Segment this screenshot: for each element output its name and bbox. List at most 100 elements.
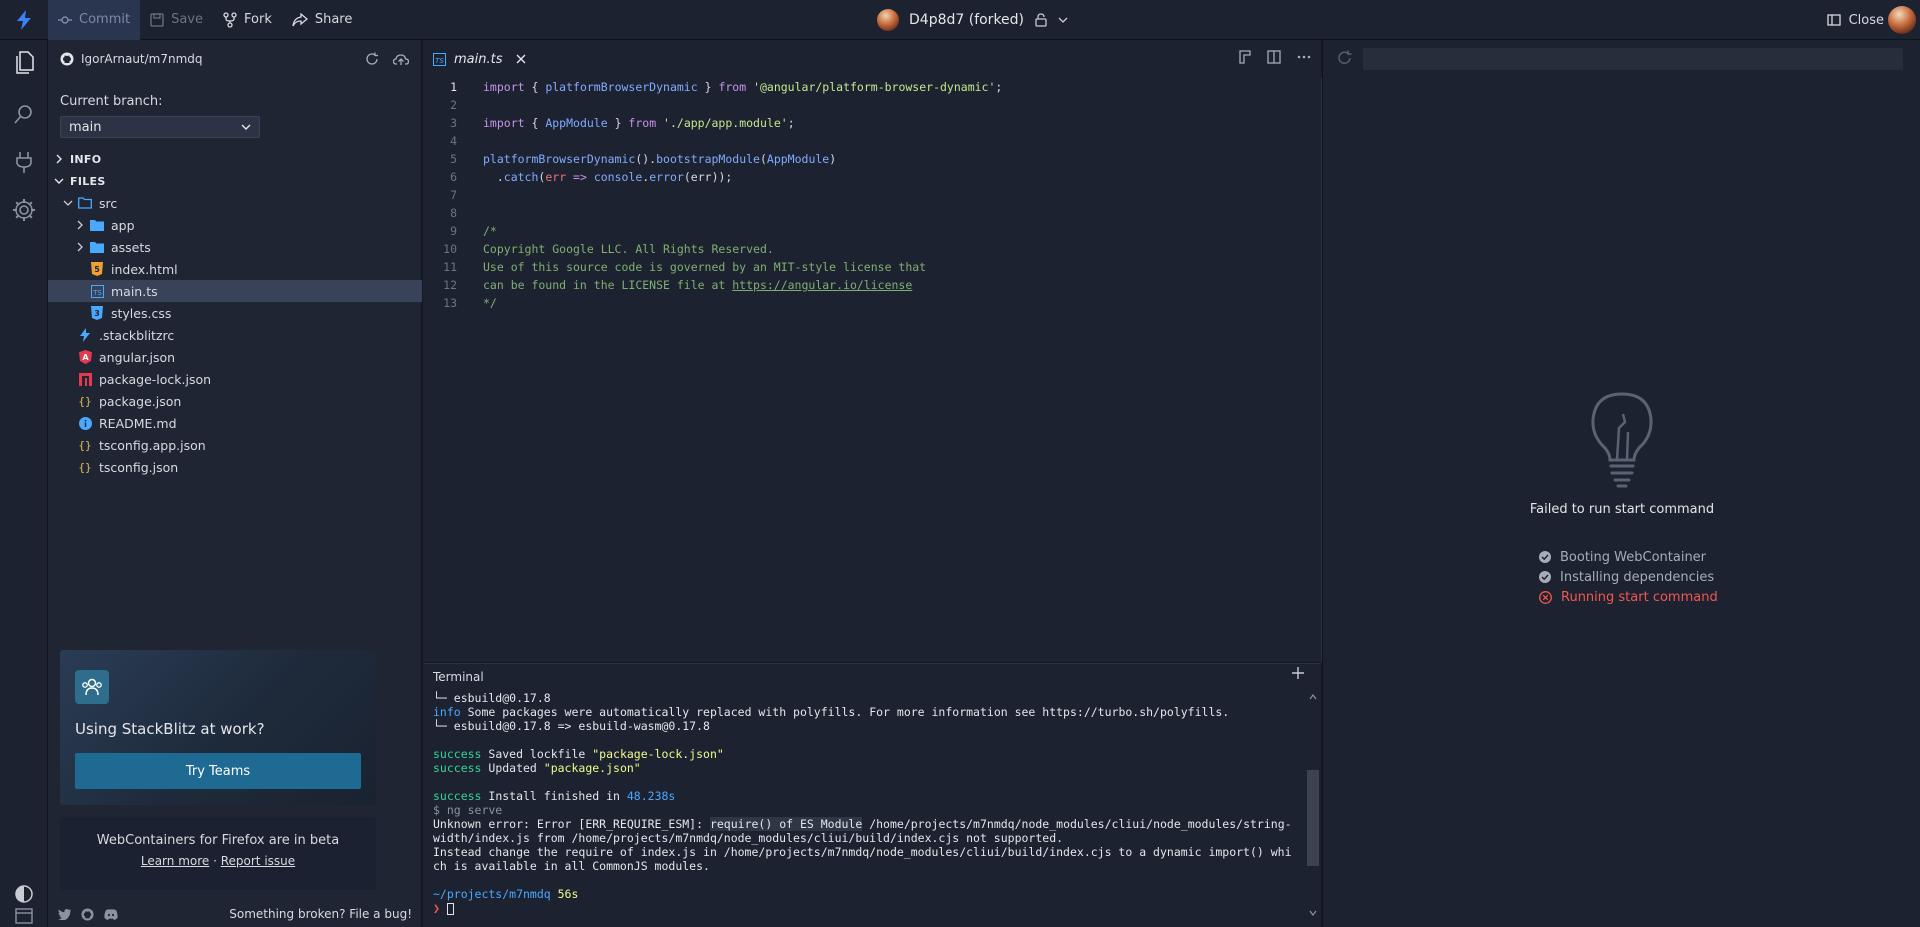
tree-item-label: styles.css: [111, 305, 172, 321]
tab-main-ts[interactable]: TS main.ts: [423, 40, 537, 78]
code-comment: Copyright Google LLC. All Rights Reserve…: [483, 242, 774, 256]
tree-item-tsconfig-app-json[interactable]: {} tsconfig.app.json: [48, 434, 422, 456]
close-icon[interactable]: [516, 54, 526, 64]
learn-more-link[interactable]: Learn more: [141, 854, 209, 868]
tree-item-src[interactable]: src: [48, 192, 422, 214]
project-title[interactable]: D4p8d7 (forked): [877, 0, 1068, 40]
sidebar-footer: Something broken? File a bug!: [48, 901, 422, 927]
repo-header: IgorArnaut/m7nmdq: [48, 40, 421, 78]
tree-item-index-html[interactable]: 5 index.html: [48, 258, 422, 280]
sync-icon[interactable]: [365, 52, 379, 66]
tree-item-readme-md[interactable]: README.md: [48, 412, 422, 434]
tree-item-styles-css[interactable]: 3 styles.css: [48, 302, 422, 324]
code-token: err: [545, 170, 567, 184]
layout-toggle[interactable]: [0, 905, 48, 927]
preview-address-bar[interactable]: [1363, 48, 1903, 70]
tree-item-app[interactable]: app: [48, 214, 422, 236]
tree-item-main-ts[interactable]: TS main.ts: [48, 280, 422, 302]
terminal-scrollbar-thumb[interactable]: [1307, 770, 1319, 866]
cloud-upload-icon[interactable]: [393, 52, 409, 66]
svg-text:3: 3: [94, 309, 100, 318]
stackblitz-logo-icon[interactable]: [0, 0, 48, 40]
code-token: platformBrowserDynamic: [545, 80, 698, 94]
chevron-down-icon[interactable]: [1058, 15, 1068, 25]
fork-button[interactable]: Fork: [213, 0, 282, 40]
terminal-line: └─ esbuild@0.17.8 => esbuild-wasm@0.17.8: [433, 719, 710, 733]
boot-step: Booting WebContainer: [1539, 547, 1718, 567]
save-button[interactable]: Save: [140, 0, 213, 40]
terminal-line: ~/projects/m7nmdq 56s: [433, 887, 1307, 901]
fork-icon: [223, 11, 237, 28]
code-comment: can be found in the LICENSE file at: [483, 278, 733, 292]
check-circle-icon: [1539, 551, 1551, 563]
reload-icon[interactable]: [1337, 50, 1353, 66]
share-label: Share: [314, 12, 353, 27]
tree-item-stackblitzrc[interactable]: .stackblitzrc: [48, 324, 422, 346]
save-icon: [150, 12, 164, 27]
line-number: 3: [450, 116, 457, 130]
chevron-right-icon: [74, 242, 86, 252]
user-avatar[interactable]: [1888, 6, 1916, 34]
share-button[interactable]: Share: [282, 0, 363, 40]
editor-actions: [1239, 50, 1311, 64]
tree-item-label: src: [99, 195, 118, 211]
code-token: from: [718, 80, 747, 94]
line-number: 7: [450, 188, 457, 202]
scroll-up-icon[interactable]: [1309, 694, 1317, 700]
branch-select[interactable]: main: [60, 116, 260, 138]
code-editor[interactable]: 1 import { platformBrowserDynamic } from …: [423, 78, 1321, 662]
try-teams-button[interactable]: Try Teams: [75, 753, 361, 789]
search-activity[interactable]: [0, 92, 48, 136]
files-section-header[interactable]: FILES: [48, 170, 422, 192]
chevron-right-icon: [54, 154, 64, 164]
terminal-title: Terminal: [433, 670, 484, 684]
plus-icon[interactable]: [1291, 666, 1305, 680]
files-icon: [13, 50, 35, 74]
discord-icon[interactable]: [104, 908, 118, 920]
terminal-line: ch is available in all CommonJS modules.: [433, 859, 710, 873]
search-icon: [13, 103, 35, 125]
format-icon[interactable]: [1239, 50, 1251, 64]
close-button[interactable]: Close: [1826, 0, 1884, 40]
code-line: 2: [423, 96, 1321, 114]
twitter-icon[interactable]: [58, 908, 71, 920]
top-bar: Commit Save Fork Share D4p8d7 (forked) C…: [0, 0, 1920, 40]
code-token: error: [649, 170, 684, 184]
info-section-header[interactable]: INFO: [48, 148, 422, 170]
commit-button[interactable]: Commit: [48, 0, 141, 40]
line-number: 11: [443, 260, 457, 274]
boot-step-label: Booting WebContainer: [1560, 549, 1707, 565]
commit-icon: [58, 13, 72, 27]
explorer-activity[interactable]: [0, 40, 48, 84]
check-circle-icon: [1539, 571, 1551, 583]
terminal-output[interactable]: └─ esbuild@0.17.8 info Some packages wer…: [433, 691, 1307, 915]
extensions-activity[interactable]: [0, 140, 48, 184]
license-link[interactable]: https://angular.io/license: [732, 278, 912, 292]
html-file-icon: 5: [90, 262, 104, 276]
code-token: }: [697, 80, 719, 94]
tree-item-tsconfig-json[interactable]: {} tsconfig.json: [48, 456, 422, 478]
css-file-icon: 3: [90, 306, 104, 320]
folder-icon: [90, 218, 104, 232]
svg-text:TS: TS: [435, 57, 444, 65]
scroll-down-icon[interactable]: [1309, 910, 1317, 916]
repo-name[interactable]: IgorArnaut/m7nmdq: [81, 52, 203, 66]
file-bug-link[interactable]: Something broken? File a bug!: [229, 907, 412, 921]
lock-icon[interactable]: [1034, 13, 1048, 27]
code-token: ;: [787, 116, 795, 130]
boot-step: Installing dependencies: [1539, 567, 1718, 587]
terminal-text: Unknown error: Error [ERR_REQUIRE_ESM]:: [433, 817, 710, 831]
code-token: catch: [503, 170, 539, 184]
settings-activity[interactable]: [0, 188, 48, 232]
tree-item-package-lock-json[interactable]: package-lock.json: [48, 368, 422, 390]
github-icon[interactable]: [81, 907, 94, 921]
code-line: 11 Use of this source code is governed by…: [423, 258, 1321, 276]
more-icon[interactable]: [1297, 55, 1311, 59]
tree-item-package-json[interactable]: {} package.json: [48, 390, 422, 412]
split-editor-icon[interactable]: [1267, 50, 1281, 64]
tree-item-assets[interactable]: assets: [48, 236, 422, 258]
tree-item-angular-json[interactable]: A angular.json: [48, 346, 422, 368]
tree-item-label: .stackblitzrc: [99, 327, 175, 343]
terminal-text: /home/projects/m7nmdq/node_modules/cliui…: [862, 817, 1292, 831]
report-issue-link[interactable]: Report issue: [221, 854, 295, 868]
